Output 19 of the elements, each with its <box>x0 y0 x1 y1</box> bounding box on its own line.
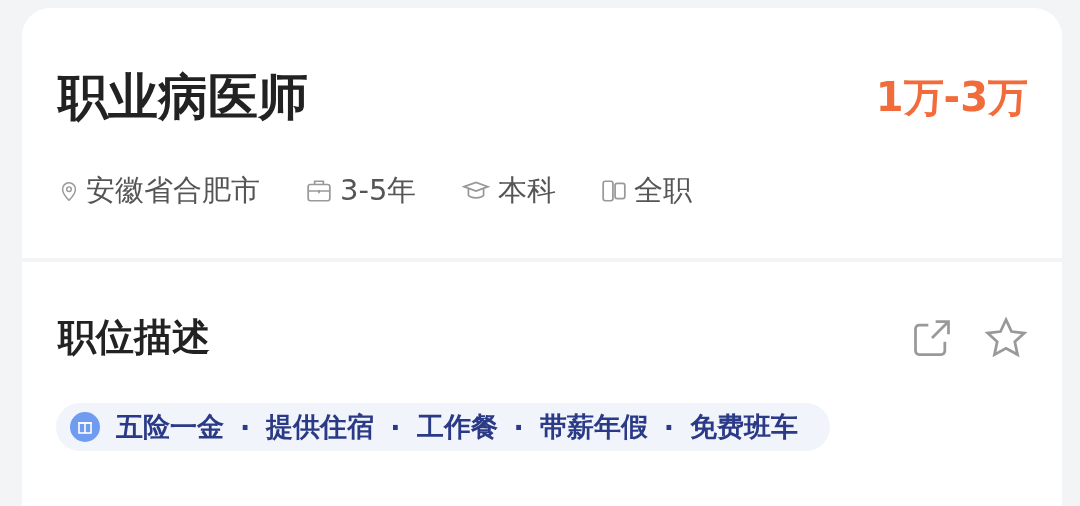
id-card-icon <box>600 178 629 204</box>
separator-dot: · <box>513 411 524 443</box>
benefit-text: 免费班车 <box>690 410 799 444</box>
star-icon[interactable] <box>984 315 1028 360</box>
briefcase-icon <box>304 178 334 204</box>
job-meta-text: 全职 <box>634 172 693 209</box>
job-title: 职业病医师 <box>58 67 308 128</box>
job-meta-text: 安徽省合肥市 <box>86 172 260 209</box>
benefit-text: 提供住宿 <box>266 410 375 444</box>
job-meta-text: 3-5年 <box>340 172 417 209</box>
separator-dot: · <box>240 411 251 443</box>
benefit-text: 带薪年假 <box>539 410 648 444</box>
benefit-text: 工作餐 <box>416 410 498 444</box>
section-title: 职位描述 <box>58 314 210 361</box>
separator-dot: · <box>390 411 401 443</box>
separator-dot: · <box>663 411 675 443</box>
job-meta-text: 本科 <box>498 172 557 209</box>
salary: 1万-3万 <box>875 73 1028 122</box>
benefit-text: 五险一金 <box>116 410 224 444</box>
